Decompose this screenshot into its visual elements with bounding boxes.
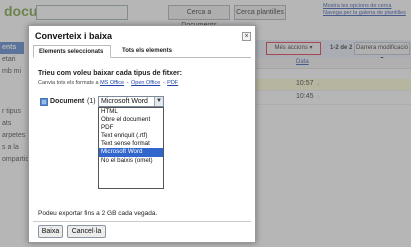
cancel-button[interactable]: Cancel·la [67,225,106,238]
change-all-label: Canvia tots els formats a [38,80,99,86]
document-icon [40,98,48,106]
document-type-label: Document [50,98,85,105]
divider [33,221,251,222]
change-all-formats-line: Canvia tots els formats a MS Office - Op… [38,80,179,86]
format-option[interactable]: Text enriquit (.rtf) [99,132,163,140]
format-options-list[interactable]: HTML Obre el document PDF Text enriquit (.r… [98,107,164,189]
tab-all-items[interactable]: Tots els elements [117,45,199,58]
format-select-value: Microsoft Word [101,98,148,105]
open-office-link[interactable]: Open Office [131,80,160,86]
document-count: (1) [87,98,96,105]
tab-selected-items[interactable]: Elements seleccionats [33,45,111,58]
ms-office-link[interactable]: MS Office [100,80,124,86]
close-icon[interactable]: × [242,32,251,41]
chevron-down-icon[interactable]: ▼ [154,97,163,106]
format-option[interactable]: Microsoft Word [99,148,163,157]
dialog-title: Converteix i baixa [35,31,113,41]
format-option[interactable]: PDF [99,124,163,132]
dialog-tabs: Elements seleccionats Tots els elements [33,45,251,58]
format-option[interactable]: Obre el document [99,116,163,124]
format-option[interactable]: Text sense format [99,140,163,148]
instruction-text: Trieu com voleu baixar cada tipus de fit… [38,70,182,77]
download-button[interactable]: Baixa [38,225,63,238]
format-option[interactable]: No el baixis (omet) [99,157,163,165]
format-select[interactable]: Microsoft Word ▼ [98,96,164,107]
format-option[interactable]: HTML [99,108,163,116]
export-limit-note: Podeu exportar fins a 2 GB cada vegada. [38,210,158,217]
convert-download-dialog: Converteix i baixa × Elements selecciona… [28,25,256,243]
pdf-link[interactable]: PDF [167,80,178,86]
